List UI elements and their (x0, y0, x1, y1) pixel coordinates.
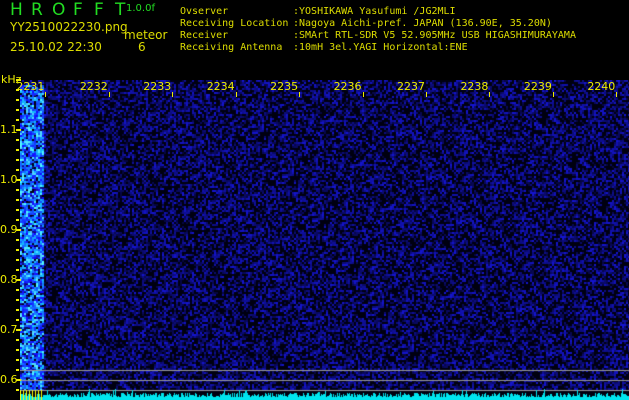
y-tick-mark (16, 189, 19, 191)
info-row: Receiver :SMArt RTL-SDR V5 52.905MHz USB … (180, 30, 576, 42)
y-tick-mark (16, 289, 19, 291)
x-tick-label: 2231 (16, 80, 45, 93)
y-tick-mark (16, 119, 19, 121)
y-tick-mark (16, 109, 19, 111)
meteor-count: 6 (138, 40, 146, 54)
info-row: Receiving Antenna :10mH 3el.YAGI Horizont… (180, 42, 576, 54)
info-value: :SMArt RTL-SDR V5 52.905MHz USB HIGASHIM… (293, 30, 576, 41)
info-row: Ovserver :YOSHIKAWA Yasufumi /JG2MLI (180, 6, 576, 18)
spectrogram-plot (20, 80, 629, 400)
y-tick-mark (16, 269, 19, 271)
info-value: :Nagoya Aichi-pref. JAPAN (136.90E, 35.2… (293, 18, 552, 29)
title-letter: H (10, 0, 23, 20)
x-tick-mark (489, 92, 491, 97)
x-tick-label: 2232 (79, 80, 108, 93)
x-tick-label: 2239 (523, 80, 552, 93)
y-tick-mark (16, 169, 19, 171)
x-tick-mark (299, 92, 301, 97)
y-tick-mark (16, 339, 19, 341)
y-tick-mark (16, 259, 19, 261)
y-tick-mark (16, 349, 19, 351)
x-tick-mark (362, 92, 364, 97)
info-key: Receiving Antenna (180, 42, 283, 53)
y-tick-label: 1.0 (0, 173, 18, 186)
x-tick-label: 2237 (397, 80, 425, 93)
y-tick-mark (16, 79, 21, 81)
y-tick-mark (16, 329, 21, 331)
info-row: Receiving Location :Nagoya Aichi-pref. JA… (180, 18, 576, 30)
y-tick-label: 0.7 (0, 323, 18, 336)
y-tick-mark (16, 239, 19, 241)
x-tick-mark (426, 92, 427, 97)
x-tick-mark (108, 92, 110, 97)
app-title: HROFFT (10, 0, 136, 20)
y-tick-mark (16, 89, 19, 91)
y-tick-mark (16, 99, 19, 101)
info-key: Ovserver (180, 6, 229, 17)
x-tick-label: 2233 (143, 80, 172, 93)
title-letter: R (31, 0, 43, 20)
y-tick-mark (16, 229, 21, 231)
y-tick-label: 1.1 (0, 123, 18, 136)
y-tick-mark (16, 129, 21, 131)
x-tick-label: 2238 (460, 80, 489, 93)
title-letter: F (94, 0, 104, 20)
datetime-label: 25.10.02 22:30 (10, 40, 102, 54)
y-tick-mark (16, 299, 19, 301)
y-tick-mark (16, 359, 19, 361)
x-tick-mark (552, 92, 554, 97)
y-tick-mark (16, 279, 21, 281)
filename-label: YY2510022230.png (10, 20, 128, 34)
y-tick-label: 0.6 (0, 373, 18, 386)
x-tick-label: 2234 (206, 80, 235, 93)
y-tick-mark (16, 309, 19, 311)
y-tick-mark (16, 179, 21, 181)
x-tick-mark (235, 92, 237, 97)
y-tick-mark (16, 139, 19, 141)
y-tick-mark (16, 379, 21, 381)
y-tick-mark (16, 249, 19, 251)
title-letter: F (73, 0, 83, 20)
y-tick-mark (16, 199, 19, 201)
y-tick-mark (16, 209, 19, 211)
y-tick-label: 0.8 (0, 273, 18, 286)
info-value: :10mH 3el.YAGI Horizontal:ENE (293, 42, 468, 53)
info-key: Receiving Location (180, 18, 289, 29)
meteor-label: meteor (124, 28, 168, 42)
info-value: :YOSHIKAWA Yasufumi /JG2MLI (293, 6, 456, 17)
title-letter: O (52, 0, 66, 20)
y-tick-mark (16, 159, 19, 161)
x-tick-mark (172, 92, 174, 97)
version-label: 1.0.0f (126, 3, 155, 14)
y-tick-mark (16, 389, 19, 391)
x-tick-label: 2240 (587, 80, 616, 93)
y-tick-mark (16, 149, 19, 151)
station-info: Ovserver:YOSHIKAWA Yasufumi /JG2MLI Recei… (180, 6, 576, 54)
x-tick-label: 2236 (333, 80, 362, 93)
y-tick-label: 0.9 (0, 223, 18, 236)
info-key: Receiver (180, 30, 229, 41)
x-tick-label: 2235 (270, 80, 299, 93)
x-tick-mark (45, 92, 47, 97)
y-tick-mark (16, 369, 19, 371)
x-tick-mark (616, 92, 618, 97)
y-tick-mark (16, 219, 19, 221)
y-tick-mark (16, 319, 19, 321)
